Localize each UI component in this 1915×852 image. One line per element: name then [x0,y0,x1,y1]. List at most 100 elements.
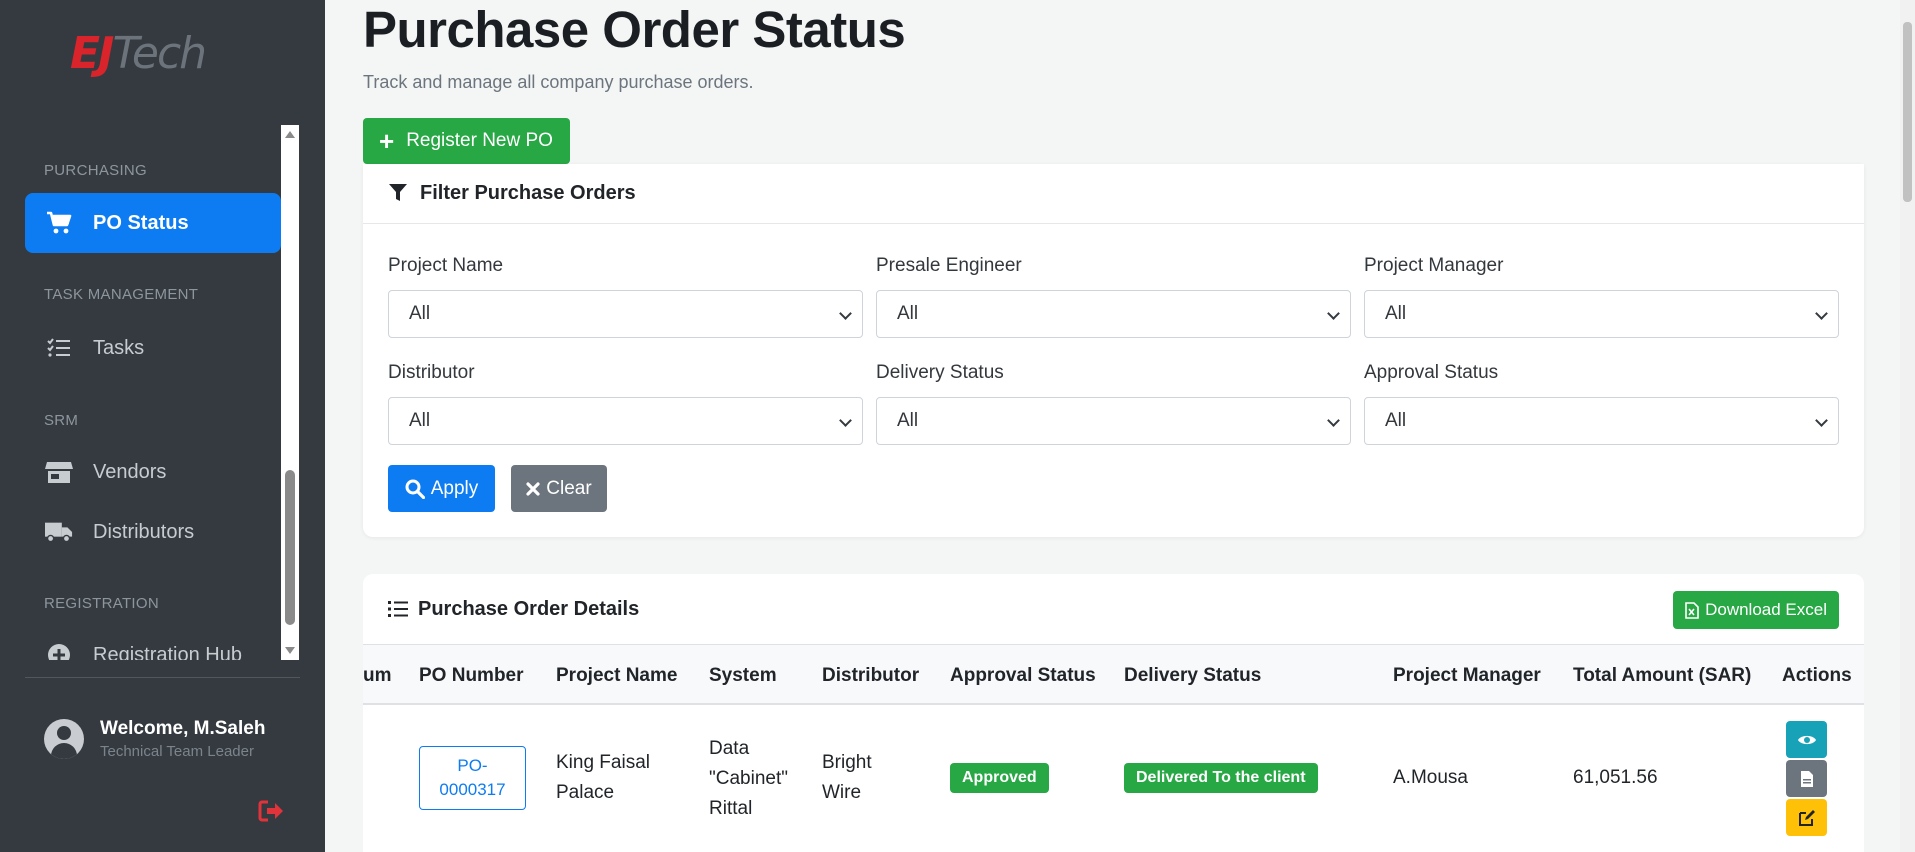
select-value: All [409,410,431,431]
chevron-down-icon [1327,414,1340,427]
sidebar-scrollbar[interactable] [281,125,299,660]
presale-engineer-select[interactable]: All [876,290,1351,338]
view-button[interactable] [1786,721,1827,758]
store-icon [45,458,73,486]
cell-text: King Faisal [556,752,650,773]
avatar [44,719,84,759]
sidebar-menu: PURCHASING PO Status TASK MANAGEMENT Tas… [0,125,300,660]
project-name-select[interactable]: All [388,290,863,338]
chevron-down-icon [1815,414,1828,427]
user-profile: Welcome, M.Saleh Technical Team Leader [44,718,265,760]
section-label-task-management: TASK MANAGEMENT [44,286,199,303]
distributor-label: Distributor [388,362,475,383]
list-icon [388,600,408,618]
delivery-status-label: Delivery Status [876,362,1004,383]
excel-file-icon [1685,601,1699,619]
sidebar-scroll-thumb[interactable] [285,470,295,625]
po-number-part: PO- [457,756,488,775]
sidebar-item-po-status[interactable]: PO Status [25,193,281,253]
po-details-card: Purchase Order Details Download Excel um… [363,574,1864,852]
sidebar-item-label: Distributors [93,520,195,543]
cell-text: "Cabinet" [709,768,788,789]
logo-part-tech: Tech [112,28,207,79]
apply-button[interactable]: Apply [388,465,495,512]
search-icon [405,479,425,499]
project-manager-label: Project Manager [1364,255,1504,276]
delivery-status-select[interactable]: All [876,397,1351,445]
document-button[interactable] [1786,760,1827,797]
approval-status-select[interactable]: All [1364,397,1839,445]
sidebar-item-tasks[interactable]: Tasks [25,318,281,378]
col-header-approval-status[interactable]: Approval Status [950,665,1096,687]
filter-icon [388,183,410,205]
col-header-project-name[interactable]: Project Name [556,665,677,687]
cell-project-manager: A.Mousa [1393,767,1468,788]
col-header-po-number[interactable]: PO Number [419,665,524,687]
col-header-project-manager[interactable]: Project Manager [1393,665,1541,687]
truck-icon [45,518,73,546]
file-icon [1800,770,1813,787]
sidebar: EJTech PURCHASING PO Status TASK MANAGEM… [0,0,325,852]
cell-text: Wire [822,782,862,803]
sidebar-item-label: PO Status [93,211,189,234]
plus-icon: + [379,126,395,156]
select-value: All [409,303,431,324]
col-header-num[interactable]: um [363,665,392,687]
chevron-down-icon [839,414,852,427]
cell-text: Data [709,738,750,759]
sidebar-item-registration-hub[interactable]: Registration Hub [25,625,281,660]
eye-icon [1797,735,1816,744]
cell-total-amount: 61,051.56 [1573,767,1658,788]
project-name-label: Project Name [388,255,504,276]
cart-icon [45,209,73,237]
col-header-distributor[interactable]: Distributor [822,665,919,687]
edit-icon [1798,809,1815,826]
page-scrollbar[interactable] [1900,0,1915,852]
col-header-total-amount[interactable]: Total Amount (SAR) [1573,665,1751,687]
sidebar-divider [25,677,300,678]
register-new-po-button[interactable]: + Register New PO [363,118,570,164]
delivery-status-badge: Delivered To the client [1124,763,1318,793]
edit-button[interactable] [1786,799,1827,836]
scroll-down-arrow-icon[interactable] [285,647,295,654]
scroll-up-arrow-icon[interactable] [285,131,295,138]
close-icon [526,481,540,496]
select-value: All [897,303,919,324]
cell-project-name: King Faisal Palace [556,748,650,808]
sidebar-item-label: Vendors [93,460,167,483]
select-value: All [897,410,919,431]
po-details-header: Purchase Order Details Download Excel [363,574,1864,644]
distributor-select[interactable]: All [388,397,863,445]
presale-engineer-label: Presale Engineer [876,255,1022,276]
chevron-down-icon [839,307,852,320]
approval-status-badge: Approved [950,763,1049,793]
col-header-delivery-status[interactable]: Delivery Status [1124,665,1261,687]
apply-label: Apply [430,477,479,499]
filter-card-title: Filter Purchase Orders [420,182,636,204]
sidebar-item-distributors[interactable]: Distributors [25,502,281,562]
chevron-down-icon [1815,307,1828,320]
sidebar-item-label: Registration Hub [93,643,242,661]
page-scroll-thumb[interactable] [1903,22,1912,202]
table-header-row: um PO Number Project Name System Distrib… [363,644,1864,705]
clear-label: Clear [546,477,592,499]
user-role: Technical Team Leader [100,743,254,760]
cell-distributor: Bright Wire [822,748,872,808]
page-title: Purchase Order Status [363,1,906,58]
user-name: Welcome, M.Saleh [100,718,266,739]
clear-button[interactable]: Clear [511,465,607,512]
po-number-part: 0000317 [439,780,506,799]
logout-icon[interactable] [258,800,284,822]
sidebar-item-vendors[interactable]: Vendors [25,442,281,502]
brand-logo[interactable]: EJTech [70,28,260,88]
download-excel-button[interactable]: Download Excel [1673,591,1839,629]
section-label-registration: REGISTRATION [44,595,159,612]
chevron-down-icon [1327,307,1340,320]
project-manager-select[interactable]: All [1364,290,1839,338]
select-value: All [1385,410,1407,431]
po-number-link[interactable]: PO- 0000317 [419,746,526,810]
col-header-system[interactable]: System [709,665,777,687]
sidebar-item-label: Tasks [93,336,145,359]
plus-circle-icon [45,641,73,660]
page-subtitle: Track and manage all company purchase or… [363,72,754,92]
